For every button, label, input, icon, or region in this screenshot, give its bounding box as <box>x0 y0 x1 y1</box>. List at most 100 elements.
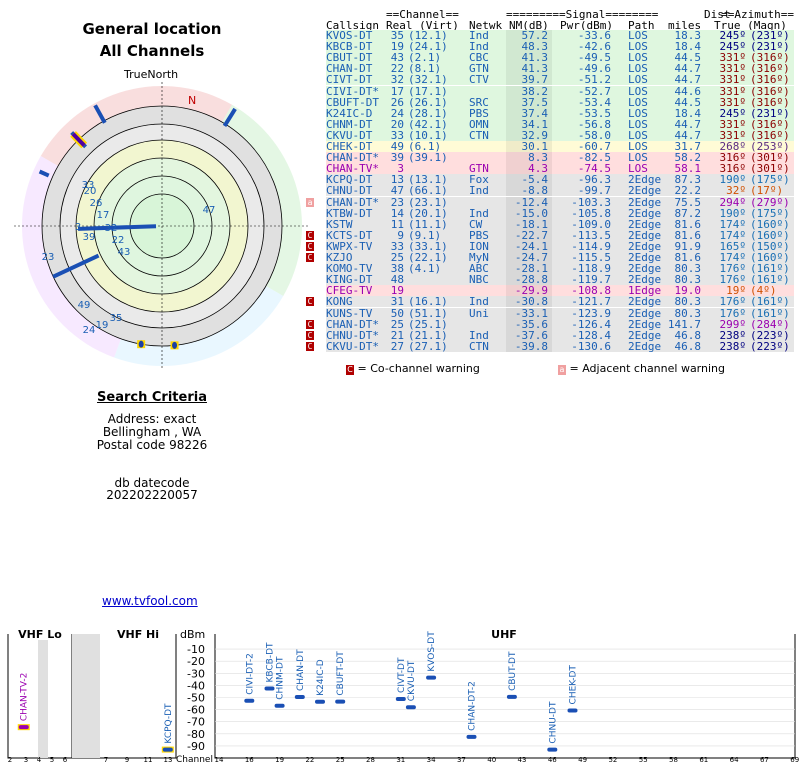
cell-callsign: KUNS-TV <box>326 306 373 320</box>
cell-virt: (66.1) <box>408 184 448 198</box>
table-row[interactable]: CHNU-DT 47 (66.1) Ind -8.8 -99.7 2Edge 22.2 32º (… <box>326 185 794 196</box>
criteria-address: Address: exact <box>107 412 197 426</box>
polar-channel-label: 32 <box>105 223 118 234</box>
signal-point-label: CHNM-DT <box>276 656 286 700</box>
cell-pwr: -130.6 <box>571 339 611 353</box>
table-row[interactable]: KUNS-TV 50 (51.1) Uni -33.1 -123.9 2Edge 80.3 17… <box>326 306 794 320</box>
cell-magn: (316º) <box>750 73 790 87</box>
x-tick-label: 4 <box>37 756 42 764</box>
cell-dist: 46.8 <box>674 339 702 353</box>
cell-callsign: CHNU-DT <box>326 184 373 198</box>
cell-pwr: -123.9 <box>571 306 611 320</box>
signal-point <box>335 699 346 704</box>
tvfool-link[interactable]: www.tvfool.com <box>102 594 198 608</box>
cell-nm: 39.7 <box>521 73 549 87</box>
criteria-city: Bellingham , WA <box>102 425 202 439</box>
cell-magn: (161º) <box>750 306 790 320</box>
unused-channel-band <box>72 634 100 758</box>
band-label-0: VHF Lo <box>18 628 62 641</box>
x-tick-label: 46 <box>548 756 557 764</box>
magnetic-north-label: N <box>188 94 196 107</box>
table-row[interactable]: KONG 31 (16.1) Ind -30.8 -121.7 2Edge 80.3 176º(… <box>306 295 794 309</box>
cell-pwr: -52.7 <box>577 84 611 98</box>
cell-path: LOS <box>628 73 648 87</box>
x-tick-label: 28 <box>366 756 375 764</box>
signal-point-label: CHEK-DT <box>569 665 579 705</box>
cell-az: 331º <box>719 84 747 98</box>
cell-dist: 80.3 <box>674 306 702 320</box>
cell-virt: (27.1) <box>408 339 448 353</box>
polar-channel-label: 26 <box>90 198 103 209</box>
cell-pwr: -51.2 <box>577 73 611 87</box>
table-row[interactable]: CKVU-DT* 27 (27.1) CTN -39.8 -130.6 2Edge 46.8 2… <box>306 339 794 353</box>
signal-point-label: CIVT-DT <box>397 657 407 693</box>
signal-point <box>405 705 416 710</box>
table-row[interactable]: CIVI-DT* 17 (17.1) 38.2 -52.7 LOS 44.6 331º (316… <box>326 84 794 98</box>
y-tick-label: -90 <box>187 740 205 753</box>
cell-nm: -39.8 <box>514 339 548 353</box>
table-row[interactable]: CHAN-DT* 23 (23.1) -12.4 -103.3 2Edge 75.5 294º… <box>306 195 794 209</box>
y-tick-label: -80 <box>187 728 205 741</box>
x-tick-label: 37 <box>457 756 466 764</box>
signal-point-label: CHAN-TV-2 <box>20 673 30 721</box>
cell-az: 331º <box>719 73 747 87</box>
y-tick-label: -50 <box>187 692 205 705</box>
signal-point-label: KBCB-DT <box>266 642 276 683</box>
co-channel-icon: C <box>346 365 354 375</box>
signal-point-label: CKVU-DT <box>407 660 417 701</box>
table-row[interactable]: CIVT-DT 32 (32.1) CTV 39.7 -51.2 LOS 44.7 331º (3… <box>326 74 794 85</box>
adjacent-channel-legend: a = Adjacent channel warning <box>558 362 725 375</box>
x-tick-label: 5 <box>50 756 54 764</box>
cell-callsign: KONG <box>326 295 353 309</box>
cell-netwk: CTN <box>469 339 489 353</box>
cell-virt: (16.1) <box>408 295 448 309</box>
polar-channel-label: 3 <box>75 222 81 233</box>
x-tick-label: 11 <box>144 756 153 764</box>
cell-path: 2Edge <box>628 339 662 353</box>
search-criteria-heading: Search Criteria <box>97 390 207 405</box>
signal-point-label: CBUT-DT <box>508 651 518 691</box>
signal-point <box>294 695 305 700</box>
x-tick-label: 22 <box>305 756 314 764</box>
signal-point <box>547 747 558 752</box>
cell-nm: -12.4 <box>514 195 548 209</box>
cell-dist: 22.2 <box>674 184 702 198</box>
y-tick-label: -30 <box>187 667 205 680</box>
cell-virt: (51.1) <box>408 306 448 320</box>
polar-channel-label: 17 <box>97 210 110 221</box>
co-channel-warning-icon: C <box>306 253 314 262</box>
cell-path: 2Edge <box>628 195 662 209</box>
x-axis-title: Channel <box>176 755 213 765</box>
cell-dist: 44.7 <box>674 73 702 87</box>
signal-point <box>506 694 517 699</box>
signal-point <box>244 698 255 703</box>
cell-magn: (223º) <box>750 339 790 353</box>
x-tick-label: 34 <box>427 756 436 764</box>
x-tick-label: 16 <box>245 756 254 764</box>
co-channel-warning-icon: C <box>306 330 314 340</box>
cell-az: 176º <box>719 306 747 320</box>
adjacent-channel-icon: a <box>558 365 566 375</box>
cell-magn: (316º) <box>750 84 790 98</box>
y-tick-label: -20 <box>187 655 205 668</box>
cell-az: 32º <box>726 184 746 198</box>
signal-point <box>395 696 406 701</box>
signal-point-label: CHNU-DT <box>548 701 558 744</box>
co-channel-warning-icon: C <box>306 241 314 251</box>
polar-channel-label: 49 <box>78 300 91 311</box>
cell-virt: (17.1) <box>408 84 448 98</box>
cell-real: 47 <box>390 184 404 198</box>
cell-virt: (39.1) <box>408 151 448 165</box>
co-channel-text: = Co-channel warning <box>357 362 480 375</box>
cell-az: 238º <box>719 339 747 353</box>
cell-path: 2Edge <box>628 306 662 320</box>
co-channel-warning-icon: C <box>306 297 314 307</box>
cell-real: 27 <box>390 339 404 353</box>
y-axis-title: dBm <box>180 628 205 641</box>
cell-dist: 44.6 <box>674 84 702 98</box>
signal-point <box>426 675 437 680</box>
co-channel-warning-icon: C <box>306 341 314 351</box>
x-tick-label: 25 <box>336 756 345 764</box>
y-tick-label: -60 <box>187 704 205 717</box>
cell-real: 17 <box>390 84 404 98</box>
